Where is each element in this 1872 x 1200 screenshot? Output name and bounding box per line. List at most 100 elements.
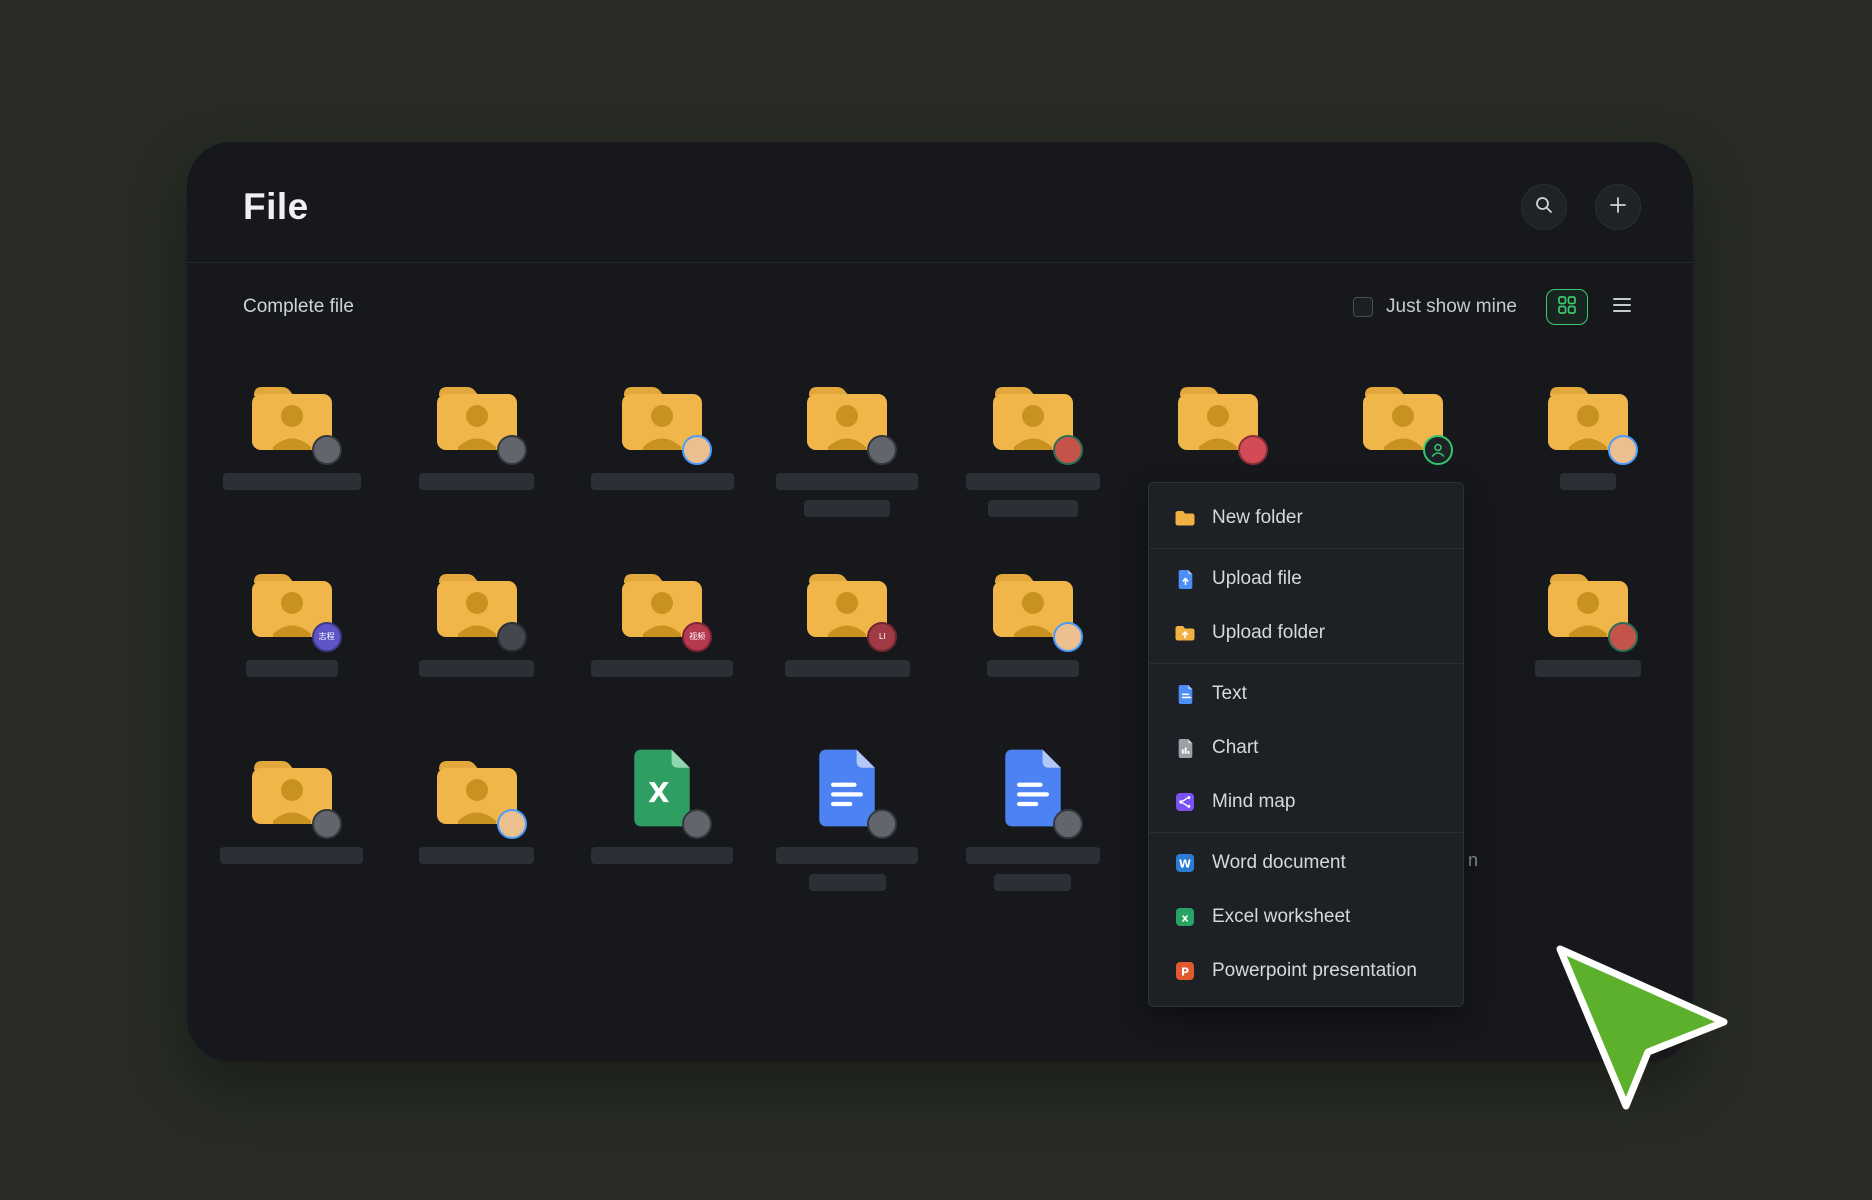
menu-item-word-document[interactable]: W Word document [1149, 836, 1463, 890]
file-icon-wrap [795, 367, 899, 461]
file-item[interactable]: LI [755, 546, 940, 733]
new-item-context-menu: New folder Upload file Upload folder Tex… [1148, 482, 1464, 1007]
owner-avatar [497, 622, 527, 652]
menu-item-label: Word document [1212, 852, 1346, 874]
mindmap-icon [1173, 792, 1197, 812]
menu-divider [1149, 548, 1463, 549]
file-item[interactable] [199, 359, 384, 546]
grid-view-icon [1557, 295, 1577, 320]
filename-placeholder [419, 847, 534, 864]
file-icon-wrap [795, 741, 899, 835]
add-button[interactable] [1595, 184, 1641, 230]
file-icon-wrap [1536, 367, 1640, 461]
owner-avatar [312, 809, 342, 839]
file-item[interactable] [199, 733, 384, 920]
file-icon-wrap [981, 741, 1085, 835]
file-item[interactable] [384, 733, 569, 920]
filename-placeholder-group [776, 847, 918, 891]
owner-avatar [867, 809, 897, 839]
menu-item-label: Text [1212, 683, 1247, 705]
owner-avatar [682, 435, 712, 465]
filename-placeholder-group [591, 660, 733, 677]
file-item[interactable] [384, 359, 569, 546]
grid-view-button[interactable] [1546, 289, 1588, 325]
just-show-mine-checkbox[interactable] [1353, 297, 1373, 317]
menu-divider [1149, 832, 1463, 833]
file-item[interactable] [940, 359, 1125, 546]
plus-icon [1608, 195, 1628, 220]
menu-item-new-folder[interactable]: New folder [1149, 491, 1463, 545]
filename-placeholder [987, 660, 1079, 677]
menu-item-label: Chart [1212, 737, 1258, 759]
file-manager-window: File Co [187, 142, 1693, 1062]
menu-item-powerpoint-presentation[interactable]: P Powerpoint presentation [1149, 944, 1463, 998]
filename-placeholder [591, 473, 734, 490]
file-icon-wrap [610, 367, 714, 461]
file-item[interactable] [755, 359, 940, 546]
file-item[interactable] [570, 359, 755, 546]
owner-avatar [682, 809, 712, 839]
menu-item-upload-folder[interactable]: Upload folder [1149, 606, 1463, 660]
filename-placeholder-group [419, 660, 534, 677]
filename-placeholder [591, 847, 733, 864]
owner-avatar [497, 809, 527, 839]
file-item[interactable]: 视频 [570, 546, 755, 733]
menu-item-label: Powerpoint presentation [1212, 960, 1417, 982]
file-item[interactable] [940, 546, 1125, 733]
word-icon: W [1173, 853, 1197, 873]
filename-placeholder-group [776, 473, 918, 517]
desktop-background: File Co [0, 0, 1872, 1200]
menu-item-label: Mind map [1212, 791, 1295, 813]
section-label: Complete file [243, 296, 354, 318]
file-grid: 志程 视频 LI [187, 359, 1693, 920]
file-item[interactable] [1496, 546, 1681, 733]
list-view-button[interactable] [1601, 289, 1643, 325]
cursor-pointer [1544, 936, 1744, 1121]
menu-item-label: Upload folder [1212, 622, 1325, 644]
file-item[interactable] [940, 733, 1125, 920]
owner-avatar [497, 435, 527, 465]
filename-placeholder [220, 847, 363, 864]
filename-placeholder [1535, 660, 1641, 677]
file-item[interactable]: X [570, 733, 755, 920]
file-item[interactable] [384, 546, 569, 733]
file-icon-wrap [981, 554, 1085, 648]
filename-placeholder [419, 660, 534, 677]
search-button[interactable] [1521, 184, 1567, 230]
menu-item-upload-file[interactable]: Upload file [1149, 552, 1463, 606]
file-icon-wrap [981, 367, 1085, 461]
file-icon-wrap [1166, 367, 1270, 461]
filename-placeholder-group [966, 473, 1100, 517]
file-icon-wrap: X [610, 741, 714, 835]
file-item[interactable] [1496, 359, 1681, 546]
search-icon [1534, 195, 1554, 220]
file-icon-wrap: 志程 [240, 554, 344, 648]
svg-text:x: x [1181, 912, 1188, 925]
filename-placeholder [776, 473, 918, 490]
upload-folder-icon [1173, 624, 1197, 642]
filter-bar: Complete file Just show mine [187, 263, 1693, 325]
filename-placeholder [591, 660, 733, 677]
file-item[interactable] [755, 733, 940, 920]
owner-avatar [312, 435, 342, 465]
filename-placeholder [966, 847, 1100, 864]
menu-item-text[interactable]: Text [1149, 667, 1463, 721]
svg-text:W: W [1179, 858, 1191, 871]
menu-item-mind-map[interactable]: Mind map [1149, 775, 1463, 829]
menu-item-excel-worksheet[interactable]: x Excel worksheet [1149, 890, 1463, 944]
menu-item-label: Excel worksheet [1212, 906, 1350, 928]
window-header: File [187, 142, 1693, 263]
menu-item-chart[interactable]: Chart [1149, 721, 1463, 775]
ppt-icon: P [1173, 961, 1197, 981]
filename-placeholder [1560, 473, 1616, 490]
filename-placeholder-group [785, 660, 910, 677]
file-icon-wrap [1536, 554, 1640, 648]
filename-placeholder-group [1560, 473, 1616, 490]
just-show-mine-label: Just show mine [1386, 296, 1517, 318]
menu-divider [1149, 663, 1463, 664]
file-item[interactable]: 志程 [199, 546, 384, 733]
filename-placeholder-group [419, 473, 534, 490]
file-icon-wrap [425, 741, 529, 835]
owner-avatar [1053, 622, 1083, 652]
chart-doc-icon [1173, 738, 1197, 759]
